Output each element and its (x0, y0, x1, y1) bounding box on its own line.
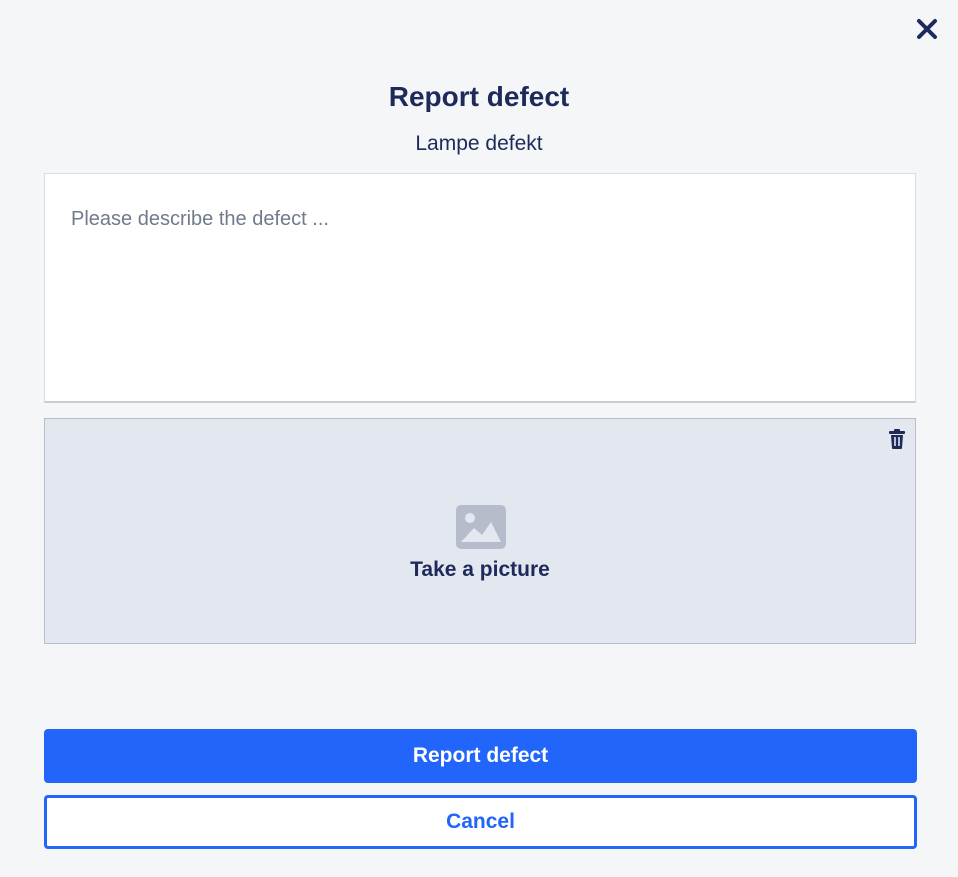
close-button[interactable] (911, 13, 943, 45)
report-defect-dialog: Report defect Lampe defekt Take a pictur… (0, 0, 958, 877)
take-picture-area[interactable]: Take a picture (44, 418, 916, 644)
delete-picture-button[interactable] (887, 428, 907, 450)
image-placeholder-icon (456, 505, 506, 549)
take-picture-label: Take a picture (410, 558, 550, 581)
close-icon (917, 19, 937, 39)
dialog-title: Report defect (388, 81, 570, 112)
dialog-subtitle: Lampe defekt (415, 132, 543, 155)
trash-icon (889, 429, 905, 449)
defect-description-input[interactable] (44, 173, 916, 403)
cancel-button[interactable]: Cancel (44, 795, 917, 849)
report-defect-button[interactable]: Report defect (44, 729, 917, 783)
